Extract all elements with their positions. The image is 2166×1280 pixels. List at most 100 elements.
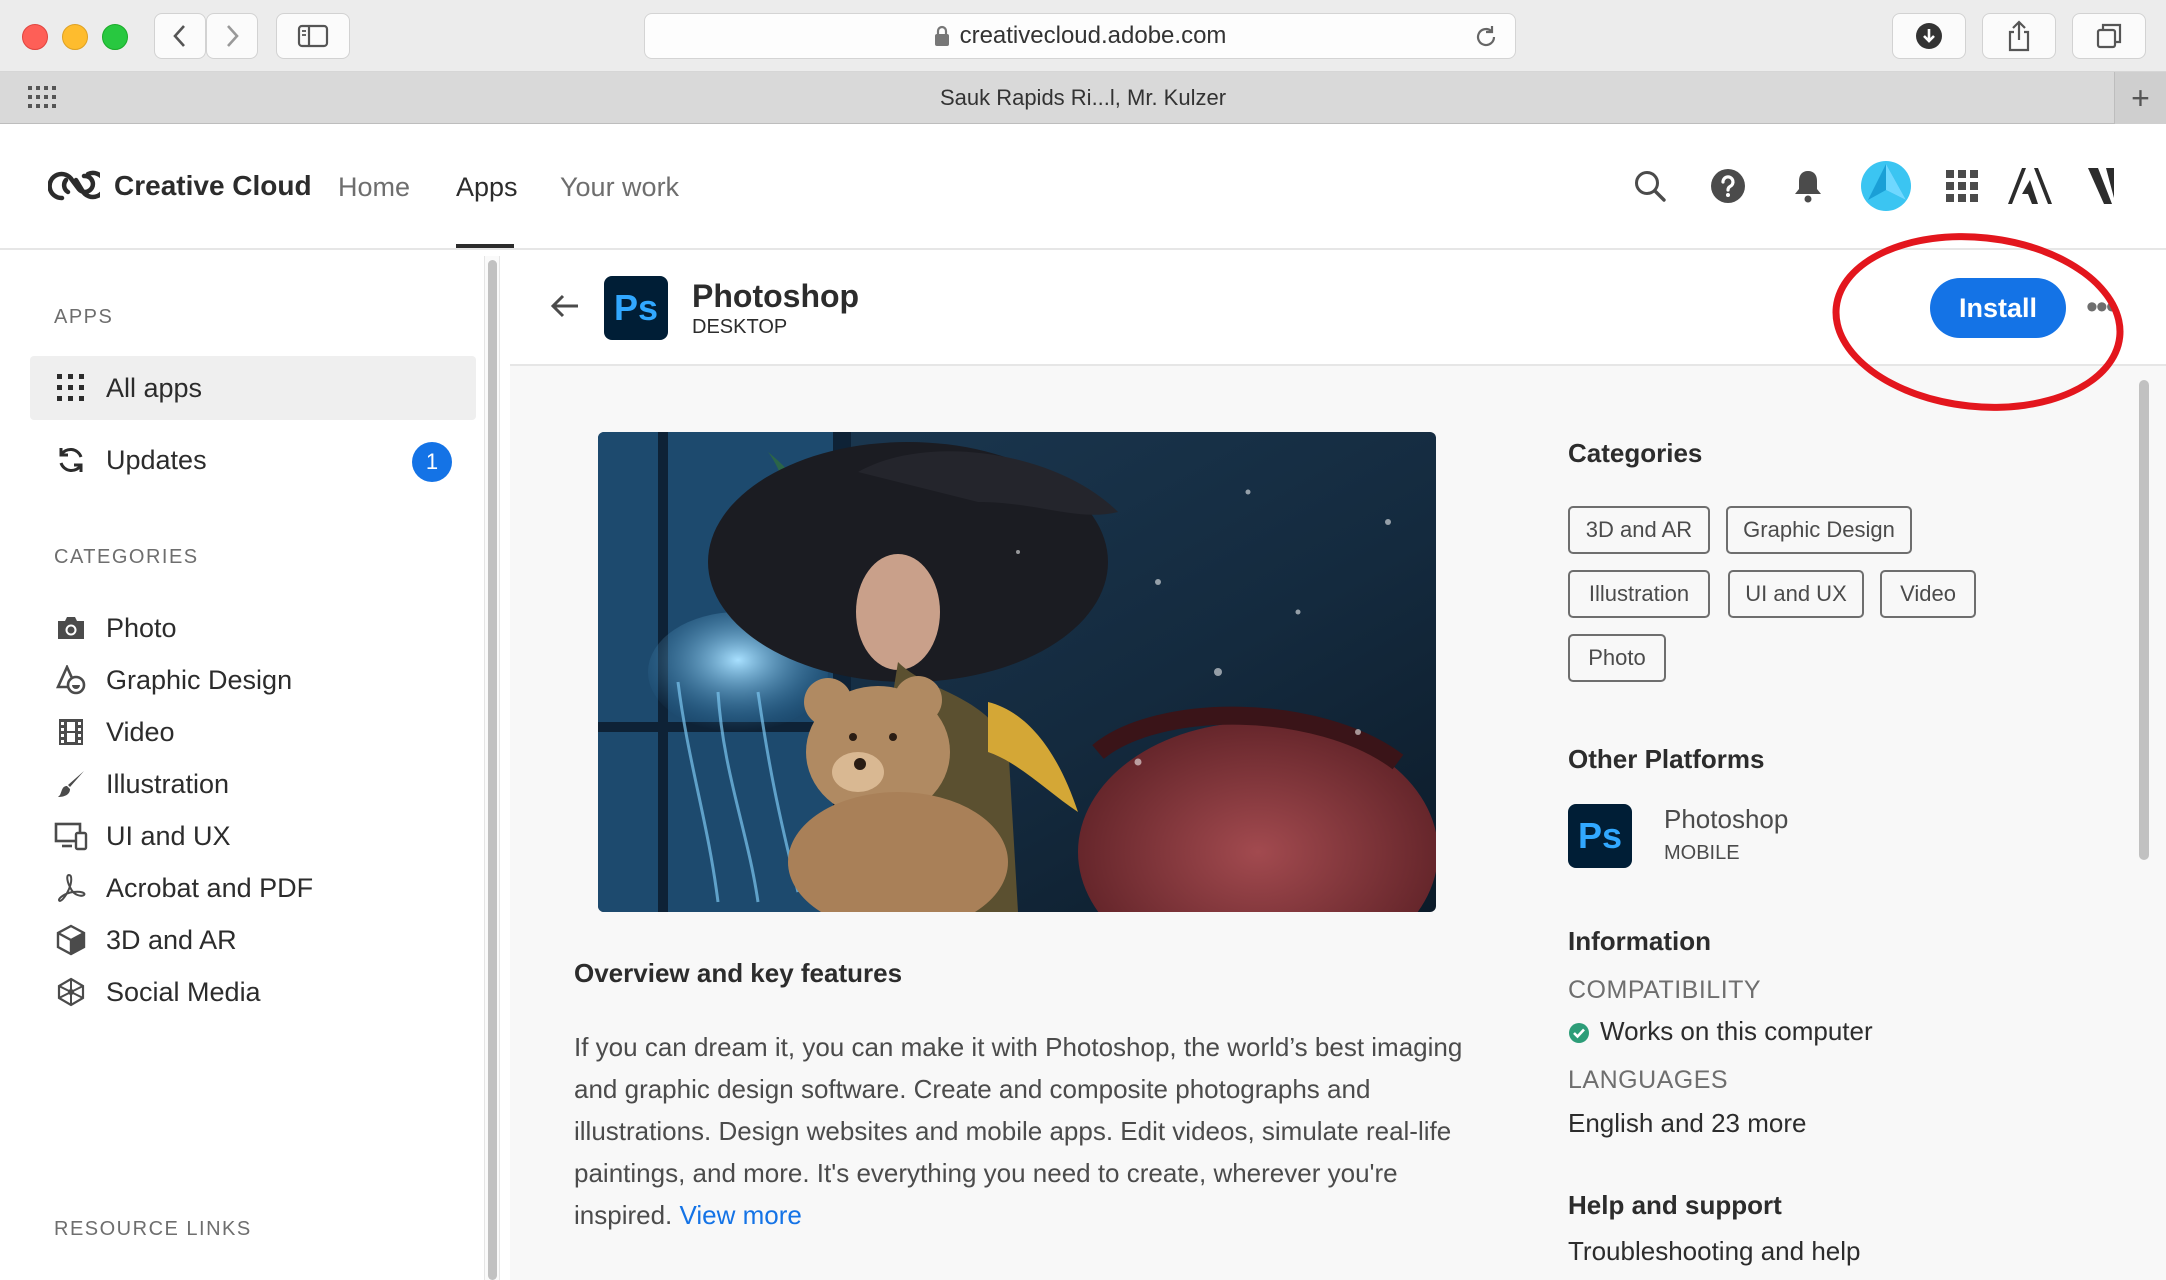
other-platforms-title: Other Platforms (1568, 744, 1765, 774)
brand-name[interactable]: Creative Cloud (114, 170, 312, 202)
tab-bar: Sauk Rapids Ri...l, Mr. Kulzer + (0, 72, 2166, 124)
category-tag-3d-and-ar[interactable]: 3D and AR (1568, 506, 1710, 554)
bell-icon (1795, 171, 1821, 203)
sidebar-item-all-apps[interactable]: All apps (30, 356, 476, 420)
sidebar-heading-apps: APPS (54, 306, 114, 328)
share-button[interactable] (1982, 13, 2056, 59)
overview-title: Overview and key features (574, 958, 903, 988)
avatar[interactable] (1860, 160, 1912, 212)
languages-label: LANGUAGES (1568, 1066, 1729, 1094)
network-icon (54, 975, 88, 1009)
search-icon (1635, 171, 1666, 202)
check-circle-icon (1569, 1023, 1589, 1043)
back-arrow-icon[interactable] (550, 292, 580, 320)
information-title: Information (1568, 926, 1711, 956)
troubleshooting-link[interactable]: Troubleshooting and help (1568, 1236, 1860, 1267)
overview-text-block: If you can dream it, you can make it wit… (574, 1026, 1464, 1236)
other-platform-name[interactable]: Photoshop (1664, 804, 1788, 835)
reload-icon[interactable] (1473, 24, 1499, 50)
user-avatar-icon (1861, 161, 1911, 211)
new-tab-button[interactable]: + (2114, 72, 2166, 124)
other-platform-type: MOBILE (1664, 842, 1740, 864)
updates-count-badge: 1 (412, 442, 452, 482)
sidebar-item-label: Graphic Design (106, 664, 293, 695)
sidebar-item-label: Photo (106, 612, 177, 643)
languages-value: English and 23 more (1568, 1108, 1807, 1138)
sidebar-item-label: All apps (106, 372, 203, 403)
chevron-left-icon (173, 25, 185, 47)
back-button[interactable] (154, 13, 206, 59)
sidebar-item-label: Social Media (106, 976, 261, 1007)
photoshop-app-icon: Ps (604, 276, 668, 340)
sidebar-heading-resource-links: RESOURCE LINKS (54, 1218, 252, 1240)
photoshop-hero-image (598, 432, 1436, 912)
browser-toolbar: creativecloud.adobe.com (0, 0, 2166, 72)
category-tag-illustration[interactable]: Illustration (1568, 570, 1710, 618)
photoshop-mobile-icon[interactable]: Ps (1568, 804, 1632, 868)
app-header: Creative Cloud Home Apps Your work (0, 124, 2166, 250)
adobe-document-cloud-icon (2088, 168, 2114, 204)
refresh-icon (54, 443, 88, 477)
sidebar-item-label: Illustration (106, 768, 230, 799)
sidebar-item-social-media[interactable]: Social Media (30, 960, 476, 1024)
sidebar-item-label: Updates (106, 444, 207, 475)
brush-icon (54, 767, 88, 801)
adobe-button[interactable] (2006, 164, 2054, 208)
nav-your-work[interactable]: Your work (560, 172, 679, 203)
close-window-button[interactable] (22, 24, 48, 50)
downloads-button[interactable] (1892, 13, 1966, 59)
shapes-icon (54, 663, 88, 697)
category-tag-graphic-design[interactable]: Graphic Design (1726, 506, 1912, 554)
categories-title: Categories (1568, 438, 1703, 468)
sidebar-icon (297, 24, 329, 48)
category-tag-ui-and-ux[interactable]: UI and UX (1728, 570, 1864, 618)
grid-icon (54, 371, 88, 405)
creative-cloud-logo-icon[interactable] (48, 166, 100, 206)
address-bar[interactable]: creativecloud.adobe.com (644, 13, 1516, 59)
film-icon (54, 715, 88, 749)
forward-button[interactable] (206, 13, 258, 59)
main-scrollbar-thumb[interactable] (2139, 380, 2149, 860)
zoom-window-button[interactable] (102, 24, 128, 50)
sidebar-item-label: Acrobat and PDF (106, 872, 314, 903)
sidebar-toggle-button[interactable] (276, 13, 350, 59)
app-platform: DESKTOP (692, 316, 788, 338)
cube-icon (54, 923, 88, 957)
category-tag-video[interactable]: Video (1880, 570, 1976, 618)
nav-home[interactable]: Home (338, 172, 410, 203)
url-text: creativecloud.adobe.com (959, 22, 1227, 49)
main-scrollbar[interactable] (2136, 370, 2152, 1280)
compatibility-value: Works on this computer (1600, 1016, 1873, 1046)
search-button[interactable] (1628, 164, 1672, 208)
nav-active-indicator (456, 244, 514, 248)
tabs-icon (2096, 23, 2122, 49)
nav-apps[interactable]: Apps (456, 172, 518, 203)
chevron-right-icon (227, 25, 239, 47)
sidebar: APPS All apps Updates 1 CATEGORIES Photo… (0, 250, 476, 1280)
sidebar-scrollbar-thumb[interactable] (488, 260, 497, 1280)
acrobat-icon (54, 871, 88, 905)
sidebar-heading-categories: CATEGORIES (54, 546, 199, 568)
download-icon (1916, 23, 1942, 49)
category-tag-photo[interactable]: Photo (1568, 634, 1666, 682)
sidebar-item-label: Video (106, 716, 175, 747)
view-more-link[interactable]: View more (680, 1200, 802, 1230)
active-tab-title[interactable]: Sauk Rapids Ri...l, Mr. Kulzer (0, 72, 2166, 124)
help-support-title: Help and support (1568, 1190, 1782, 1220)
app-detail-panel: Ps Photoshop DESKTOP Install ••• Overvie… (510, 250, 2166, 1280)
app-switcher-icon (1946, 170, 1978, 202)
help-icon (1711, 169, 1745, 203)
sidebar-item-updates[interactable]: Updates 1 (30, 428, 476, 492)
document-cloud-button[interactable] (2082, 164, 2122, 208)
lock-icon (934, 25, 949, 46)
notifications-button[interactable] (1786, 164, 1830, 208)
compatibility-label: COMPATIBILITY (1568, 976, 1762, 1004)
sidebar-scrollbar[interactable] (484, 256, 500, 1280)
app-switcher-button[interactable] (1940, 164, 1984, 208)
minimize-window-button[interactable] (62, 24, 88, 50)
tab-overview-button[interactable] (2072, 13, 2146, 59)
devices-icon (54, 819, 88, 853)
help-button[interactable] (1706, 164, 1750, 208)
sidebar-item-label: UI and UX (106, 820, 231, 851)
camera-icon (54, 611, 88, 645)
